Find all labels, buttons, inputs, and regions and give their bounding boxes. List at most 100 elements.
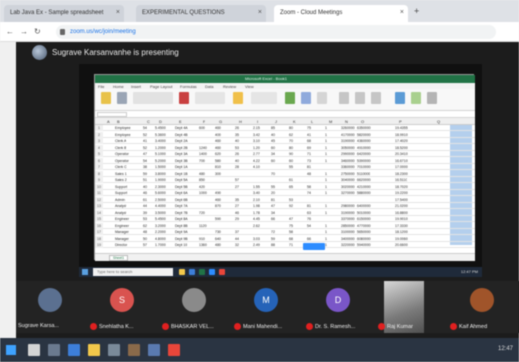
- table-cell[interactable]: 1: [325, 204, 327, 208]
- table-cell[interactable]: 3.8000: [155, 172, 166, 176]
- table-cell[interactable]: 48: [143, 230, 147, 234]
- column-header[interactable]: L: [311, 119, 313, 124]
- table-cell[interactable]: 5650000: [357, 230, 371, 234]
- table-cell[interactable]: 74: [307, 191, 311, 195]
- table-cell[interactable]: 1240: [199, 146, 207, 150]
- table-cell[interactable]: Dept 5A: [175, 178, 188, 182]
- stop-share-button[interactable]: [303, 243, 325, 250]
- table-cell[interactable]: Dept 8A: [175, 217, 188, 221]
- table-cell[interactable]: 90: [289, 152, 293, 156]
- table-cell[interactable]: Clerk C: [115, 165, 127, 169]
- column-header[interactable]: I: [257, 119, 258, 124]
- table-cell[interactable]: 580: [215, 159, 221, 163]
- table-cell[interactable]: 1.7000: [155, 243, 166, 247]
- table-cell[interactable]: 47: [271, 204, 275, 208]
- table-cell[interactable]: 48: [307, 172, 311, 176]
- row-number[interactable]: 1: [95, 125, 103, 131]
- table-cell[interactable]: 480: [199, 172, 205, 176]
- table-cell[interactable]: 47: [143, 152, 147, 156]
- table-cell[interactable]: 75: [289, 224, 293, 228]
- table-cell[interactable]: 17.0000: [395, 165, 408, 169]
- table-cell[interactable]: 32: [235, 243, 239, 247]
- formula-bar[interactable]: [95, 111, 475, 118]
- table-cell[interactable]: Analyst: [115, 204, 126, 208]
- sheet-tab[interactable]: Sheet1: [109, 255, 129, 261]
- column-header[interactable]: K: [293, 119, 296, 124]
- column-header[interactable]: G: [219, 119, 222, 124]
- table-cell[interactable]: 20: [271, 191, 275, 195]
- table-cell[interactable]: 1: [325, 159, 327, 163]
- table-cell[interactable]: 3.2000: [155, 224, 166, 228]
- table-cell[interactable]: Dept 10: [175, 243, 187, 247]
- table-cell[interactable]: 5390000: [357, 159, 371, 163]
- zoom-icon[interactable]: [209, 269, 215, 275]
- table-cell[interactable]: 34: [271, 152, 275, 156]
- table-cell[interactable]: 44: [143, 204, 147, 208]
- table-cell[interactable]: 2750000: [341, 172, 355, 176]
- table-cell[interactable]: 58: [307, 185, 311, 189]
- table-cell[interactable]: 4.10: [253, 165, 260, 169]
- table-cell[interactable]: 2.10: [253, 198, 260, 202]
- table-cell[interactable]: Operator: [115, 152, 129, 156]
- paste-icon[interactable]: [101, 92, 111, 104]
- row-number[interactable]: 17: [95, 229, 103, 235]
- table-cell[interactable]: 55: [271, 185, 275, 189]
- table-cell[interactable]: 40: [143, 185, 147, 189]
- table-cell[interactable]: 28: [235, 165, 239, 169]
- row-number[interactable]: 9: [95, 177, 103, 183]
- table-cell[interactable]: 2990000: [341, 152, 355, 156]
- windows-start-icon[interactable]: [82, 269, 88, 275]
- table-cell[interactable]: 35: [235, 133, 239, 137]
- font-selector[interactable]: [133, 92, 173, 104]
- table-cell[interactable]: 3460000: [341, 159, 355, 163]
- table-cell[interactable]: 1: [325, 172, 327, 176]
- table-cell[interactable]: 730: [215, 230, 221, 234]
- table-cell[interactable]: 41: [307, 133, 311, 137]
- table-cell[interactable]: 700: [199, 159, 205, 163]
- sort-filter-icon[interactable]: [411, 92, 421, 104]
- table-cell[interactable]: 3370000: [341, 217, 355, 221]
- participant-tile[interactable]: Raj Kumar: [376, 281, 448, 333]
- table-cell[interactable]: 53: [235, 146, 239, 150]
- table-cell[interactable]: Support: [115, 185, 127, 189]
- table-cell[interactable]: 1120: [199, 224, 207, 228]
- name-box[interactable]: [97, 112, 127, 117]
- task-view-icon[interactable]: [48, 344, 60, 356]
- table-cell[interactable]: 6080000: [357, 237, 371, 241]
- table-cell[interactable]: 66: [307, 237, 311, 241]
- table-cell[interactable]: 37: [235, 230, 239, 234]
- chrome-icon[interactable]: [168, 344, 180, 356]
- table-cell[interactable]: 62: [289, 133, 293, 137]
- table-cell[interactable]: 40: [235, 139, 239, 143]
- table-cell[interactable]: Dept 4A: [175, 126, 188, 130]
- table-cell[interactable]: 600: [199, 126, 205, 130]
- table-cell[interactable]: Dept 7A: [175, 204, 188, 208]
- back-icon[interactable]: ←: [6, 27, 14, 36]
- table-cell[interactable]: Manager: [115, 237, 129, 241]
- table-cell[interactable]: 3220000: [341, 243, 355, 247]
- table-cell[interactable]: 910: [199, 237, 205, 241]
- participant-tile[interactable]: D Dr. S. Ramesh...: [304, 281, 376, 333]
- table-cell[interactable]: 19.0060: [395, 237, 408, 241]
- table-cell[interactable]: 3.10: [253, 139, 260, 143]
- table-cell[interactable]: 2.49: [253, 243, 260, 247]
- table-cell[interactable]: 19.2200: [395, 191, 408, 195]
- table-cell[interactable]: 1: [325, 133, 327, 137]
- table-cell[interactable]: 7010000: [357, 165, 371, 169]
- browser-tab[interactable]: Lab Java Ex - Sample spreadsheet ×: [4, 5, 124, 22]
- table-cell[interactable]: Dept 5B: [175, 185, 188, 189]
- table-cell[interactable]: 4.4000: [155, 204, 166, 208]
- table-cell[interactable]: 3100000: [341, 230, 355, 234]
- table-cell[interactable]: Dept 8B: [175, 224, 188, 228]
- table-cell[interactable]: 420: [199, 185, 205, 189]
- column-header[interactable]: D: [159, 119, 162, 124]
- table-cell[interactable]: Dept 6A: [175, 191, 188, 195]
- insert-icon[interactable]: [339, 92, 349, 104]
- table-cell[interactable]: Dept 9B: [175, 237, 188, 241]
- table-cell[interactable]: 21.0200: [395, 204, 408, 208]
- table-cell[interactable]: 5010000: [357, 211, 371, 215]
- table-cell[interactable]: 3020000: [341, 185, 355, 189]
- table-cell[interactable]: 17.5400: [395, 198, 408, 202]
- table-cell[interactable]: 5.4500: [155, 126, 166, 130]
- table-cell[interactable]: Sales 2: [115, 178, 127, 182]
